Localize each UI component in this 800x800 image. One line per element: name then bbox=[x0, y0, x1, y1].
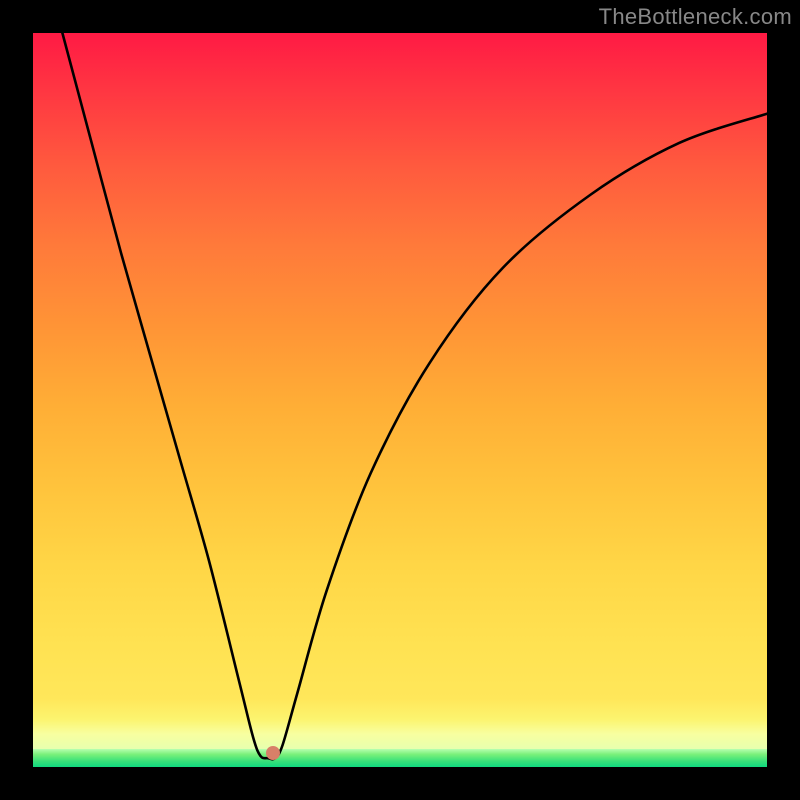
curve-svg bbox=[33, 33, 767, 767]
watermark-text: TheBottleneck.com bbox=[599, 4, 792, 30]
chart-plot-area bbox=[33, 33, 767, 767]
curve-path bbox=[62, 33, 767, 759]
optimal-point-dot bbox=[266, 746, 280, 760]
